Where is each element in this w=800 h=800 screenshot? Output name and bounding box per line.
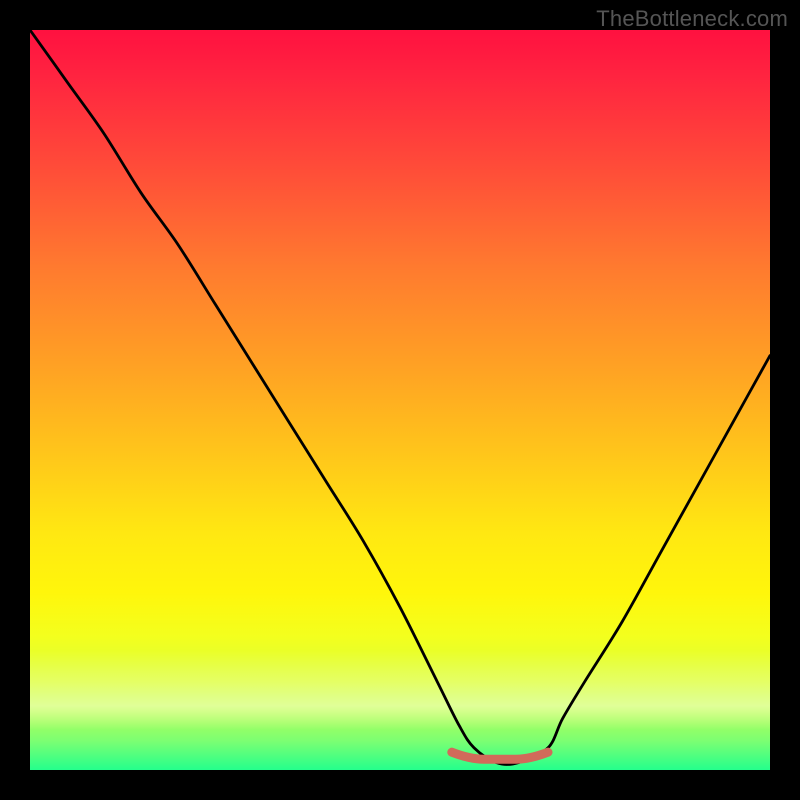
chart-frame: TheBottleneck.com <box>0 0 800 800</box>
watermark-text: TheBottleneck.com <box>596 6 788 32</box>
optimal-marker <box>30 30 770 770</box>
plot-area <box>30 30 770 770</box>
